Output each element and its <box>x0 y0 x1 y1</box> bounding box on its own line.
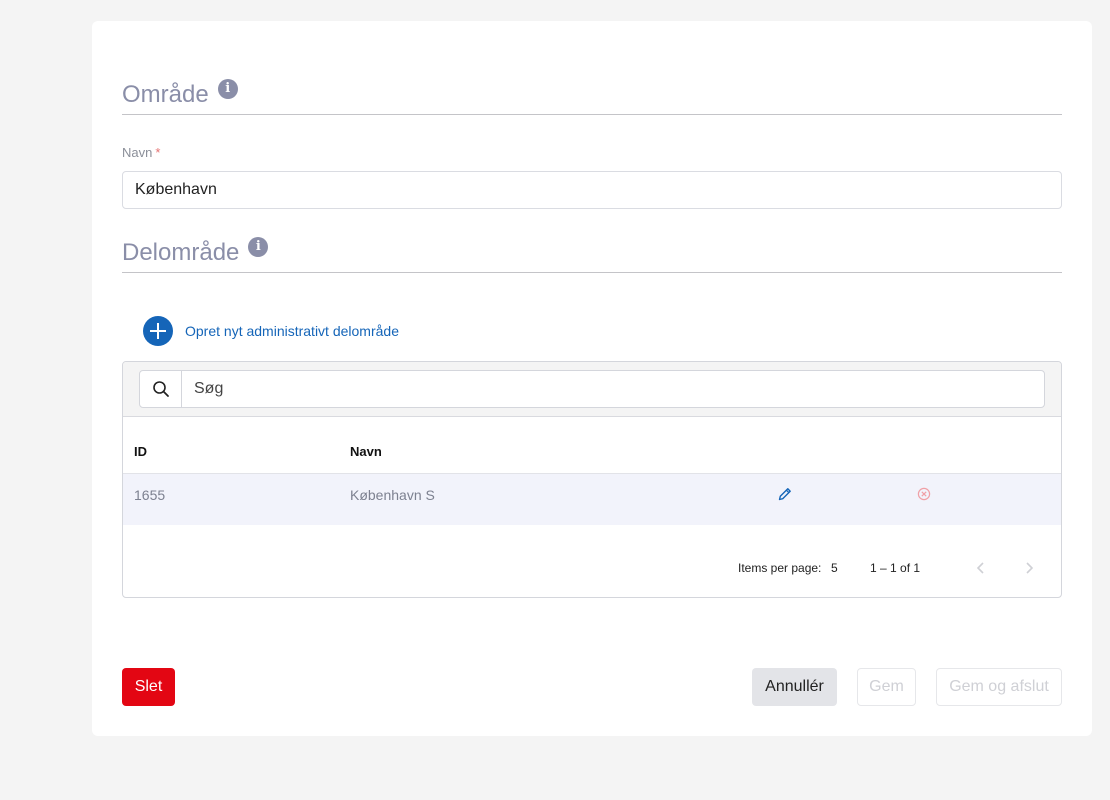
table-row[interactable]: 1655 København S <box>123 474 1061 525</box>
delete-button[interactable]: Slet <box>122 668 175 706</box>
name-field-label: Navn * <box>122 145 160 160</box>
page-size-select[interactable]: 5 <box>831 561 838 575</box>
table-search-bar <box>123 362 1061 417</box>
circle-x-icon[interactable] <box>917 487 931 504</box>
area-section-header: Område i <box>122 79 1062 115</box>
search-icon <box>140 371 182 407</box>
save-button[interactable]: Gem <box>857 668 916 706</box>
area-form-card: Område i Navn* Delområde i Opret nyt adm… <box>92 21 1092 736</box>
subarea-table: ID Navn 1655 København S Items per <box>122 361 1062 598</box>
area-section-title: Område <box>122 81 209 108</box>
name-input[interactable] <box>122 171 1062 209</box>
info-icon[interactable]: i <box>217 79 238 99</box>
column-header-name[interactable]: Navn <box>350 444 382 459</box>
plus-circle-icon[interactable] <box>143 316 173 346</box>
chevron-right-icon[interactable] <box>1022 560 1036 579</box>
table-header: ID Navn <box>123 418 1061 474</box>
subarea-section-title: Delområde <box>122 239 240 266</box>
chevron-left-icon[interactable] <box>974 560 988 579</box>
info-icon[interactable]: i <box>248 237 269 257</box>
name-label-text: Navn <box>122 145 153 160</box>
search-input[interactable] <box>182 371 1044 407</box>
create-subarea-button[interactable]: Opret nyt administrativt delområde <box>143 316 399 346</box>
save-and-close-button[interactable]: Gem og afslut <box>936 668 1062 706</box>
column-header-id[interactable]: ID <box>134 444 147 459</box>
page-range-label: 1 – 1 of 1 <box>870 561 921 575</box>
pencil-icon[interactable] <box>777 486 793 505</box>
cancel-button[interactable]: Annullér <box>752 668 837 706</box>
required-marker: * <box>155 145 161 160</box>
row-id: 1655 <box>134 487 166 503</box>
items-per-page-label: Items per page: <box>738 561 822 575</box>
create-subarea-label[interactable]: Opret nyt administrativt delområde <box>185 323 399 339</box>
search-field <box>139 370 1045 408</box>
row-name: København S <box>350 487 435 503</box>
subarea-section-header: Delområde i <box>122 237 1062 273</box>
